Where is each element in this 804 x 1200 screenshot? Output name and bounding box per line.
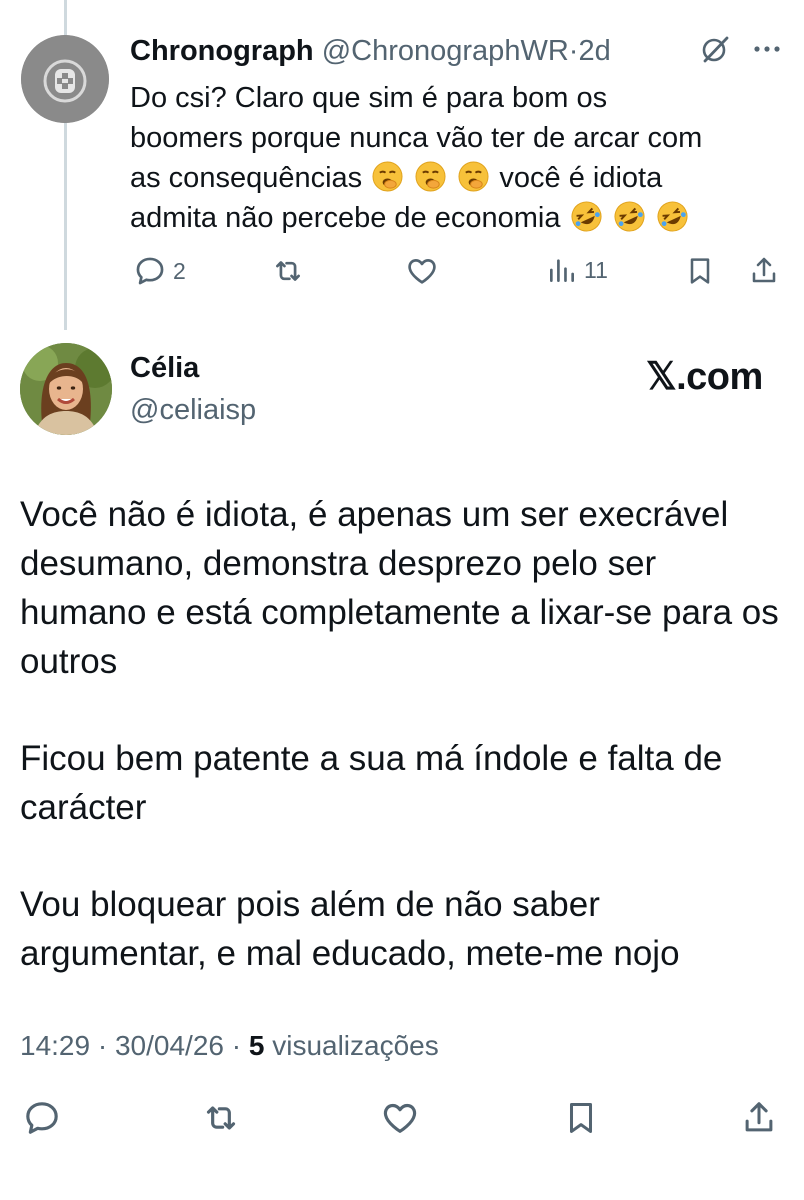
tweet-paragraph: Ficou bem patente a sua má índole e falt… xyxy=(20,739,723,827)
reply-text-line: Do csi? Claro que sim é para bom os xyxy=(130,82,608,114)
reply-count: 2 xyxy=(173,257,186,284)
views-count: 11 xyxy=(584,256,608,283)
repost-icon xyxy=(276,261,300,281)
yawning-face-emoji-icon xyxy=(458,161,489,192)
reply-icon xyxy=(26,1102,58,1134)
yawning-face-emoji-icon xyxy=(415,161,446,192)
reply-text-segment: as consequências xyxy=(130,162,363,194)
views-label: visualizações xyxy=(272,1030,439,1061)
bookmark-icon xyxy=(690,258,710,284)
rolling-laughing-emoji-icon xyxy=(614,201,645,232)
reply-reply-button[interactable]: 2 xyxy=(133,254,186,288)
reply-author-name[interactable]: Chronograph xyxy=(130,35,314,67)
separator-dot: · xyxy=(97,1030,108,1061)
main-avatar[interactable] xyxy=(20,343,112,435)
reply-repost-button[interactable] xyxy=(270,254,306,288)
reply-text-segment: admita não percebe de economia xyxy=(130,202,561,234)
reply-like-button[interactable] xyxy=(405,254,439,288)
share-icon xyxy=(745,1102,773,1132)
profile-photo-icon xyxy=(20,343,112,435)
rolling-laughing-emoji-icon xyxy=(571,201,602,232)
reply-header: Chronograph @ChronographWR·2d xyxy=(130,33,611,69)
like-heart-icon xyxy=(383,1103,417,1133)
bookmark-button[interactable] xyxy=(562,1098,600,1138)
reply-top-icons xyxy=(700,34,782,64)
reply-share-button[interactable] xyxy=(748,254,780,288)
separator-dot: · xyxy=(568,35,579,67)
reply-text: Do csi? Claro que sim é para bom os boom… xyxy=(130,78,780,238)
tweet-time[interactable]: 14:29 xyxy=(20,1030,90,1061)
tweet-paragraph: Vou bloquear pois além de não saber argu… xyxy=(20,885,680,973)
views-count: 5 xyxy=(248,1030,265,1061)
reply-author-handle[interactable]: @ChronographWR xyxy=(322,35,569,67)
tweet-meta: 14:29 · 30/04/26 · 5 visualizações xyxy=(20,1030,439,1062)
repost-button[interactable] xyxy=(200,1098,242,1138)
main-author-handle[interactable]: @celiaisp xyxy=(130,394,256,427)
x-com-watermark: 𝕏.com xyxy=(646,356,763,398)
like-heart-icon xyxy=(408,259,436,284)
portugal-coat-of-arms-icon xyxy=(21,35,109,123)
tweet-paragraph: Você não é idiota, é apenas um ser execr… xyxy=(20,495,779,681)
reply-timestamp[interactable]: 2d xyxy=(578,35,610,67)
reply-text-line: boomers porque nunca vão ter de arcar co… xyxy=(130,122,703,154)
repost-icon xyxy=(206,1106,236,1130)
reply-views-button[interactable]: 11 xyxy=(546,254,608,286)
reply-text-line: as consequências você é idiota xyxy=(130,158,780,198)
reply-avatar[interactable] xyxy=(21,35,109,123)
reply-bookmark-button[interactable] xyxy=(684,254,716,288)
reply-text-line: admita não percebe de economia xyxy=(130,198,780,238)
like-button[interactable] xyxy=(380,1098,420,1138)
main-tweet-text: Você não é idiota, é apenas um ser execr… xyxy=(20,490,790,1026)
share-button[interactable] xyxy=(740,1098,778,1138)
more-options-icon[interactable] xyxy=(752,44,782,54)
yawning-face-emoji-icon xyxy=(372,161,403,192)
rolling-laughing-emoji-icon xyxy=(657,201,688,232)
separator-dot: · xyxy=(231,1030,242,1061)
bookmark-icon xyxy=(569,1103,593,1133)
grok-icon[interactable] xyxy=(700,34,730,64)
share-icon xyxy=(752,257,776,283)
views-chart-icon xyxy=(550,259,574,282)
reply-text-segment: você é idiota xyxy=(499,162,663,194)
main-author-name[interactable]: Célia xyxy=(130,352,199,385)
tweet-date[interactable]: 30/04/26 xyxy=(115,1030,224,1061)
reply-icon xyxy=(136,257,164,285)
reply-button[interactable] xyxy=(22,1098,62,1138)
